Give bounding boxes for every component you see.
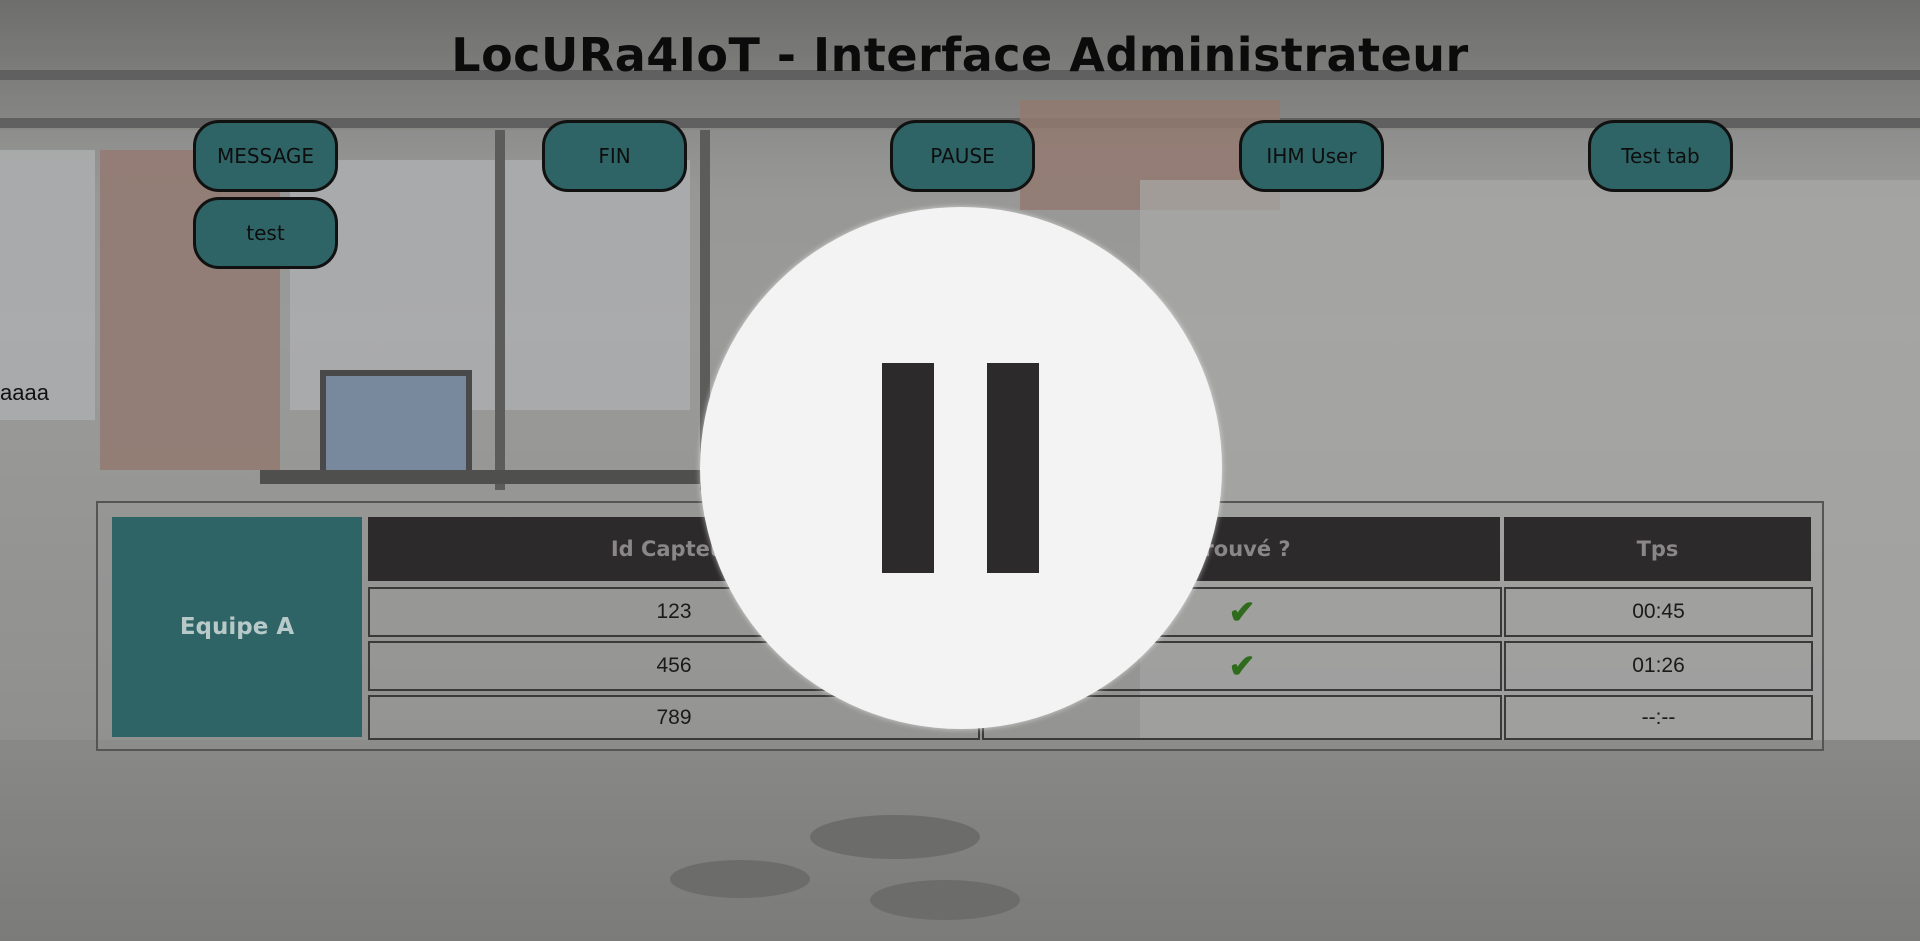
pause-icon [987, 363, 1039, 573]
test-button[interactable]: test [193, 197, 338, 269]
pause-icon [882, 363, 934, 573]
column-header-time: Tps [1504, 517, 1811, 581]
pause-overlay[interactable] [700, 207, 1222, 729]
team-name-cell: Equipe A [112, 517, 362, 737]
table-cell-time: --:-- [1504, 695, 1813, 740]
table-cell-time: 01:26 [1504, 641, 1813, 691]
test-tab-button[interactable]: Test tab [1588, 120, 1733, 192]
debug-text: aaaa [0, 380, 49, 405]
fin-button[interactable]: FIN [542, 120, 687, 192]
ihm-user-button[interactable]: IHM User [1239, 120, 1384, 192]
table-cell-time: 00:45 [1504, 587, 1813, 637]
pause-button[interactable]: PAUSE [890, 120, 1035, 192]
message-button[interactable]: MESSAGE [193, 120, 338, 192]
page-title: LocURa4IoT - Interface Administrateur [451, 28, 1469, 82]
